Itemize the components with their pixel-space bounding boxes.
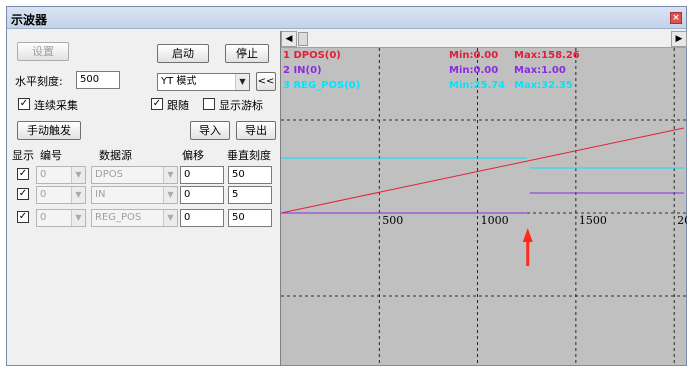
row-offset-input[interactable]: 0 <box>180 166 224 184</box>
stop-button[interactable]: 停止 <box>225 44 269 63</box>
row-offset-input[interactable]: 0 <box>180 186 224 204</box>
chevron-down-icon: ▼ <box>71 167 85 183</box>
row-show-checkbox[interactable]: ✓ <box>17 168 29 180</box>
row-number-value: 0 <box>40 212 47 223</box>
check-icon: ✓ <box>19 98 29 109</box>
continuous-label: 连续采集 <box>34 99 78 112</box>
mode-select[interactable]: YT 模式 ▼ <box>157 73 250 91</box>
header-vscale: 垂直刻度 <box>227 149 271 162</box>
chevron-down-icon: ▼ <box>163 187 177 203</box>
start-button[interactable]: 启动 <box>157 44 209 63</box>
legend-min: Min:0.00 <box>449 65 498 76</box>
row-source-value: DPOS <box>95 169 123 180</box>
scrollbar-thumb[interactable] <box>298 32 308 46</box>
follow-checkbox[interactable]: ✓ <box>151 98 163 110</box>
chevron-down-icon: ▼ <box>235 74 249 90</box>
close-icon[interactable]: × <box>670 12 682 24</box>
legend-max: Max:158.26 <box>514 50 580 61</box>
row-vscale-input[interactable]: 50 <box>228 166 272 184</box>
row-source-value: IN <box>95 189 106 200</box>
x-tick-label: 1000 <box>481 214 509 227</box>
row-number-select[interactable]: 0 ▼ <box>36 166 86 184</box>
mode-select-value: YT 模式 <box>161 76 197 87</box>
header-number: 编号 <box>40 149 62 162</box>
row-source-select[interactable]: REG_POS ▼ <box>91 209 178 227</box>
h-scale-label: 水平刻度: <box>15 75 63 88</box>
x-tick-label: 2000 <box>677 214 687 227</box>
x-tick-label: 500 <box>382 214 403 227</box>
x-tick-label: 1500 <box>579 214 607 227</box>
row-show-checkbox[interactable]: ✓ <box>17 211 29 223</box>
row-number-select[interactable]: 0 ▼ <box>36 209 86 227</box>
row-vscale-input[interactable]: 50 <box>228 209 272 227</box>
cursor-checkbox[interactable] <box>203 98 215 110</box>
header-offset: 偏移 <box>182 149 204 162</box>
chevron-down-icon: ▼ <box>163 167 177 183</box>
header-show: 显示 <box>12 149 34 162</box>
row-vscale-input[interactable]: 5 <box>228 186 272 204</box>
legend-label: 1 DPOS(0) <box>283 50 341 61</box>
window-title: 示波器 <box>11 13 48 27</box>
manual-trigger-button[interactable]: 手动触发 <box>17 121 81 140</box>
title-bar: 示波器 × <box>7 7 686 29</box>
chevron-down-icon: ▼ <box>163 210 177 226</box>
row-number-value: 0 <box>40 189 47 200</box>
row-source-select[interactable]: IN ▼ <box>91 186 178 204</box>
legend-max: Max:1.00 <box>514 65 566 76</box>
row-offset-input[interactable]: 0 <box>180 209 224 227</box>
legend-label: 3 REG_POS(0) <box>283 80 360 91</box>
follow-label: 跟随 <box>167 99 189 112</box>
check-icon: ✓ <box>152 98 162 109</box>
continuous-checkbox[interactable]: ✓ <box>18 98 30 110</box>
import-button[interactable]: 导入 <box>190 121 230 140</box>
settings-button[interactable]: 设置 <box>17 42 69 61</box>
row-number-value: 0 <box>40 169 47 180</box>
oscilloscope-window: 示波器 × 设置 启动 停止 水平刻度: 500 YT 模式 ▼ << ✓ 连续… <box>6 6 687 366</box>
legend-min: Min:0.00 <box>449 50 498 61</box>
check-icon: ✓ <box>18 168 28 179</box>
x-tick-labels: 500 1000 1500 2000 <box>382 214 687 227</box>
legend-min: Min:25.74 <box>449 80 505 91</box>
arrow-left-icon[interactable]: ◀ <box>281 31 297 47</box>
row-number-select[interactable]: 0 ▼ <box>36 186 86 204</box>
header-source: 数据源 <box>99 149 132 162</box>
legend-label: 2 IN(0) <box>283 65 322 76</box>
grid-lines <box>281 48 687 365</box>
check-icon: ✓ <box>18 211 28 222</box>
h-scale-input[interactable]: 500 <box>76 71 120 89</box>
row-source-value: REG_POS <box>95 212 142 223</box>
cursor-label: 显示游标 <box>219 99 263 112</box>
annotation-arrow <box>522 228 533 266</box>
chevron-down-icon: ▼ <box>71 210 85 226</box>
oscilloscope-chart: ◀ ▶ 500 1000 1500 2000 1 DPOS(0) Min:0.00 Max… <box>280 31 687 365</box>
check-icon: ✓ <box>18 188 28 199</box>
legend-max: Max:32.35 <box>514 80 573 91</box>
annotation-arrow-head <box>522 228 533 242</box>
series-lines <box>281 127 685 214</box>
legend: 1 DPOS(0) Min:0.00 Max:158.26 2 IN(0) Min:0.… <box>283 50 580 91</box>
chevron-down-icon: ▼ <box>71 187 85 203</box>
arrow-right-icon[interactable]: ▶ <box>671 31 687 47</box>
chart-scrollbar[interactable]: ◀ ▶ <box>281 31 687 48</box>
export-button[interactable]: 导出 <box>236 121 276 140</box>
row-source-select[interactable]: DPOS ▼ <box>91 166 178 184</box>
series-line-dpos <box>281 127 685 214</box>
plot-area: 500 1000 1500 2000 1 DPOS(0) Min:0.00 Max:158… <box>281 48 687 365</box>
row-show-checkbox[interactable]: ✓ <box>17 188 29 200</box>
collapse-button[interactable]: << <box>256 72 276 91</box>
